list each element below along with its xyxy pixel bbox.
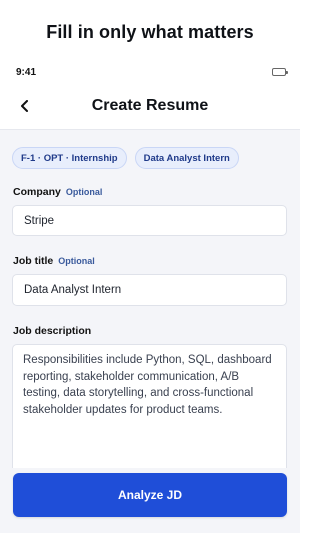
chip-visa-status[interactable]: F-1 · OPT · Internship [12, 147, 127, 169]
job-title-value: Data Analyst Intern [24, 284, 122, 296]
analyze-jd-label: Analyze JD [117, 488, 183, 502]
job-title-label: Job title Optional [13, 255, 95, 267]
company-label: Company Optional [13, 186, 102, 198]
job-title-optional-hint: Optional [58, 256, 95, 266]
nav-bar: Create Resume [0, 82, 300, 130]
job-description-label-text: Job description [13, 325, 92, 337]
company-field[interactable]: Stripe [12, 205, 287, 236]
chip-target-role[interactable]: Data Analyst Intern [134, 147, 239, 169]
job-description-value: Responsibilities include Python, SQL, da… [23, 354, 272, 416]
company-value: Stripe [24, 214, 55, 227]
phone-screen: 9:41 Create Resume F-1 · OPT · Internshi… [0, 62, 300, 533]
cta-footer: Analyze JD [0, 468, 300, 533]
company-label-text: Company [13, 186, 61, 198]
chevron-left-icon [20, 100, 28, 112]
marketing-headline: Fill in only what matters [46, 21, 254, 42]
status-time: 9:41 [16, 66, 37, 78]
chip-row: F-1 · OPT · Internship Data Analyst Inte… [12, 147, 239, 169]
page-title: Create Resume [91, 96, 209, 114]
job-title-field[interactable]: Data Analyst Intern [12, 274, 287, 306]
marketing-header: Fill in only what matters [0, 0, 300, 62]
back-button[interactable] [14, 96, 34, 116]
analyze-jd-button[interactable]: Analyze JD [13, 473, 287, 517]
company-optional-hint: Optional [65, 187, 103, 197]
battery-icon [272, 68, 288, 76]
job-description-field[interactable]: Responsibilities include Python, SQL, da… [12, 344, 287, 479]
status-bar: 9:41 [0, 62, 300, 82]
job-description-label: Job description [13, 325, 91, 337]
job-title-label-text: Job title [13, 255, 54, 267]
